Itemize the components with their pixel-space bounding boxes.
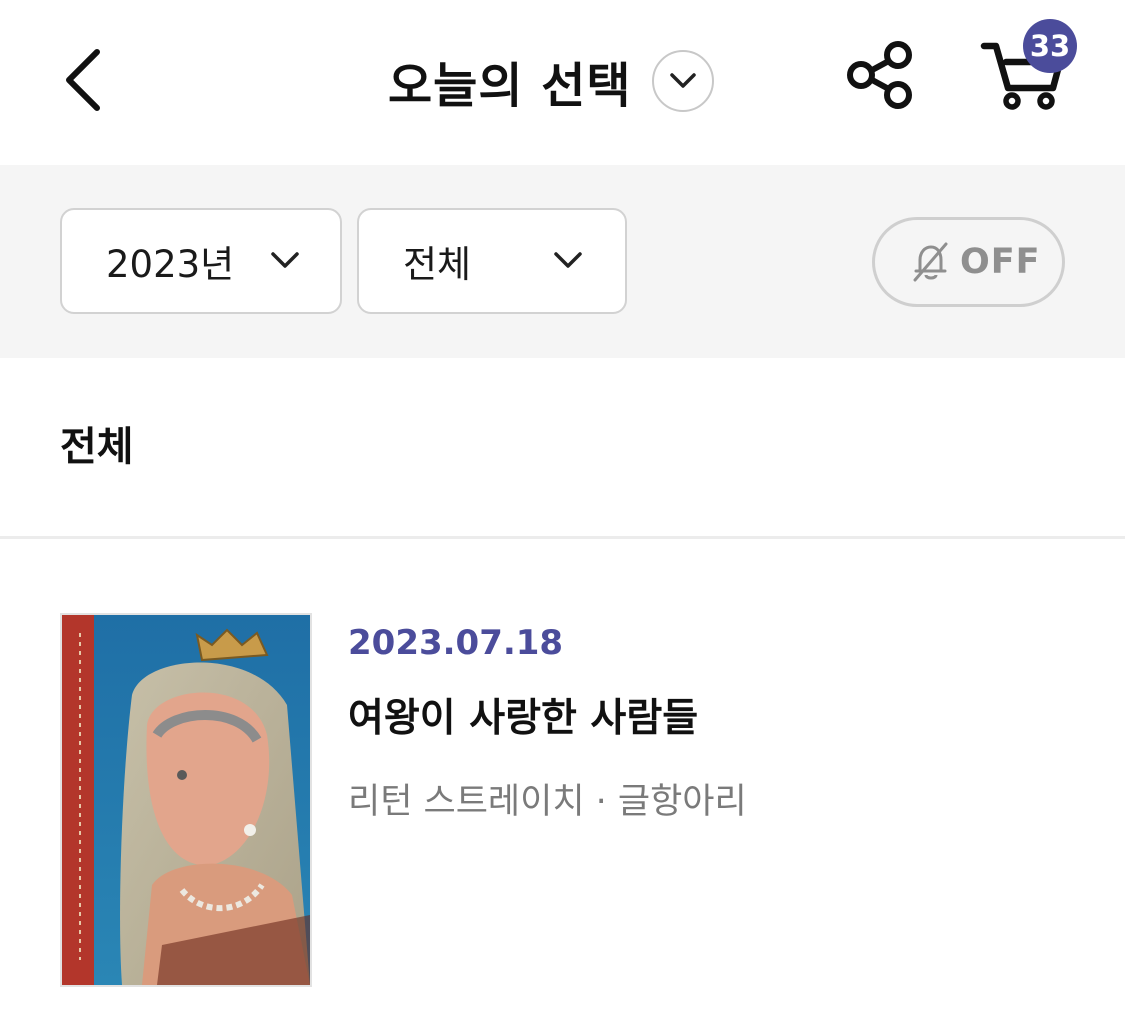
- page-title: 오늘의 선택: [388, 58, 632, 114]
- title-dropdown-button[interactable]: [651, 50, 714, 112]
- bell-off-icon: [913, 242, 948, 282]
- cart-count-badge: 33: [1023, 19, 1077, 73]
- share-icon: [847, 41, 912, 109]
- chevron-down-icon: [554, 252, 582, 268]
- item-author-publisher: 리턴 스트레이치 · 글항아리: [348, 782, 747, 822]
- section-heading: 전체: [60, 424, 134, 470]
- list-item[interactable]: 2023.07.18 여왕이 사랑한 사람들 리턴 스트레이치 · 글항아리: [0, 613, 1125, 988]
- notification-status-label: OFF: [960, 242, 1041, 282]
- title-group: 오늘의 선택: [388, 45, 714, 117]
- chevron-down-icon: [669, 73, 696, 88]
- divider: [0, 536, 1125, 539]
- year-select[interactable]: 2023년: [60, 208, 342, 314]
- chevron-down-icon: [271, 252, 299, 268]
- item-title: 여왕이 사랑한 사람들: [348, 696, 699, 741]
- item-date: 2023.07.18: [348, 623, 564, 663]
- filter-bar: 2023년 전체 OFF: [0, 165, 1125, 358]
- book-cover-image: [60, 613, 312, 987]
- back-icon: [66, 49, 100, 111]
- top-app-bar: 오늘의 선택 33: [0, 0, 1125, 165]
- category-select[interactable]: 전체: [357, 208, 627, 314]
- year-select-value: 2023년: [106, 243, 235, 286]
- back-button[interactable]: [55, 40, 115, 120]
- category-select-value: 전체: [403, 243, 472, 286]
- share-button[interactable]: [843, 38, 917, 112]
- notification-toggle[interactable]: OFF: [872, 217, 1065, 307]
